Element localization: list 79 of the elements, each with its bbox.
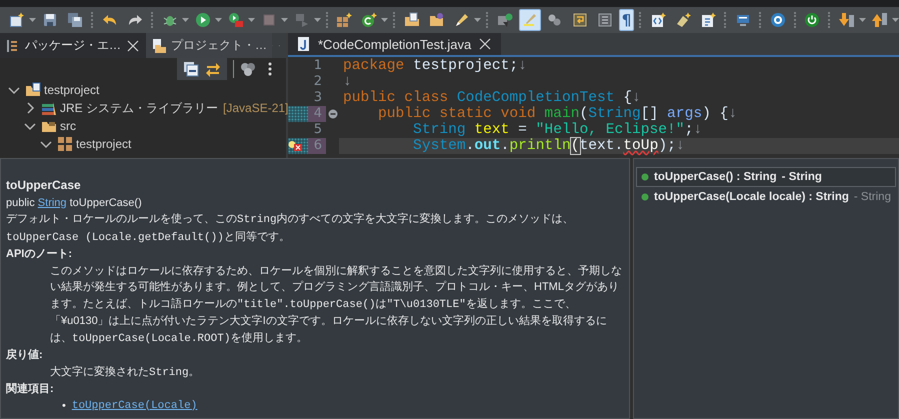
dropdown-caret-icon[interactable] xyxy=(182,18,188,22)
line-number: 4 xyxy=(308,106,326,122)
tree-item[interactable]: testproject xyxy=(0,81,286,99)
line-number: 2 xyxy=(312,74,323,90)
method-signature: public String toUpperCase() xyxy=(6,196,143,210)
occurrence-marker xyxy=(288,106,308,122)
reference-link[interactable]: toUpperCase(Locale) xyxy=(72,398,198,414)
package-plus-icon xyxy=(336,12,352,28)
run-toolbox-icon xyxy=(228,12,244,28)
code-line: String text = "Hello, Eclipse!";↓ xyxy=(412,122,704,138)
stacked-floppy-icon xyxy=(67,12,83,28)
down-arrow-icon xyxy=(839,12,856,28)
package-icon xyxy=(57,136,73,152)
new-snippet-icon xyxy=(675,12,692,28)
tree-item[interactable]: testproject xyxy=(0,135,286,153)
collapse-all-icon[interactable] xyxy=(183,61,199,77)
project-folder-icon xyxy=(25,82,41,98)
line-number: 1 xyxy=(312,58,323,74)
class-plus-icon xyxy=(361,12,378,28)
completion-item[interactable]: toUpperCase(Locale locale) : String - String xyxy=(636,187,896,207)
close-icon[interactable] xyxy=(477,36,494,52)
library-books-icon xyxy=(41,100,57,116)
brush-icon xyxy=(454,12,470,28)
up-arrow-icon xyxy=(872,12,888,28)
pilcrow-toggle[interactable]: ¶ xyxy=(618,9,634,31)
error-lightbulb-icon[interactable] xyxy=(288,141,302,151)
tree-item[interactable]: src xyxy=(0,117,286,135)
wrap-text-icon xyxy=(572,12,588,28)
new-xml-file-icon xyxy=(650,12,666,28)
open-folder-icon xyxy=(429,12,445,28)
fold-collapse-icon[interactable] xyxy=(328,109,338,119)
code-line: ↓ xyxy=(342,74,353,90)
dropdown-caret-icon[interactable] xyxy=(892,18,899,22)
folder-document-icon xyxy=(404,12,420,28)
link-arrows-icon[interactable] xyxy=(205,61,221,77)
completion-item[interactable]: toUpperCase() : String - String xyxy=(636,167,896,187)
dropdown-caret-icon[interactable] xyxy=(248,18,254,22)
settings-icon xyxy=(770,12,786,28)
section-heading: 戻り値: xyxy=(6,348,44,363)
editor-tab[interactable]: *CodeCompletionTest.java xyxy=(288,33,502,55)
new-document-icon xyxy=(9,12,25,28)
dropdown-caret-icon[interactable] xyxy=(214,18,222,22)
public-method-icon xyxy=(641,193,649,201)
line-number: 3 xyxy=(312,90,323,106)
run-icon xyxy=(194,12,210,28)
linked-objects-icon xyxy=(546,12,563,28)
disconnect-icon xyxy=(294,12,310,28)
section-text: 大文字に変換されたString。 xyxy=(49,364,201,380)
method-name: toUpperCase xyxy=(6,177,82,194)
folder-document-icon xyxy=(151,38,167,54)
filter-icon[interactable] xyxy=(240,61,256,77)
power-icon xyxy=(804,12,820,28)
public-method-icon xyxy=(641,173,649,181)
line-number: 5 xyxy=(312,122,323,138)
line-number: 6 xyxy=(308,138,326,154)
description-text: デフォルト・ロケールのルールを使って、このString内のすべての文字を大文字に変換します。このメソッドは、 toUpperCase (Locale.getDefault())と同等です。 xyxy=(6,212,575,246)
monitor-icon xyxy=(734,12,751,28)
tree-item[interactable]: JRE システム・ライブラリー [JavaSE-21] xyxy=(0,99,286,117)
java-file-icon xyxy=(296,36,312,52)
section-heading: 関連項目: xyxy=(6,382,55,397)
block-selection-icon xyxy=(596,12,613,28)
dropdown-caret-icon[interactable] xyxy=(29,18,36,22)
highlighter-icon xyxy=(522,12,538,28)
view-tab[interactable]: パッケージ・エ… xyxy=(0,33,146,58)
dropdown-caret-icon[interactable] xyxy=(381,18,388,22)
new-file-icon xyxy=(700,12,716,28)
task-icon xyxy=(496,12,513,28)
code-line: public static void main(String[] args) {↓ xyxy=(377,106,738,122)
dropdown-caret-icon[interactable] xyxy=(859,18,866,22)
highlighter-button[interactable] xyxy=(518,9,541,31)
section-heading: APIのノート: xyxy=(6,247,73,262)
stop-square-icon xyxy=(260,12,276,28)
view-tab[interactable]: プロジェクト・… xyxy=(146,33,272,58)
dropdown-caret-icon[interactable] xyxy=(474,18,481,22)
code-line: public class CodeCompletionTest {↓ xyxy=(342,90,642,106)
section-text: このメソッドはロケールに依存するため、ロケールを個別に解釈することを意図した文字列に使用すると、予期しない結果が発生する可能性があります。例として、プログラミング言語識別子、プロトコル・キー、HTMLタグがあります。たとえば、トルコ語ロケールの"title".toUpperCase()は"T\u0130TLE"を返します。ここで、「¥u0130」は上に点が付いたラテン大文字Iの文字です。ロケールに依存しない文字列の正しい結果を取得するには、toUpperCase(Locale.ROOT)を使用します。 xyxy=(49,264,623,346)
close-icon[interactable] xyxy=(125,38,141,54)
bullet: • xyxy=(62,398,66,414)
code-line: package testproject;↓ xyxy=(342,58,528,74)
